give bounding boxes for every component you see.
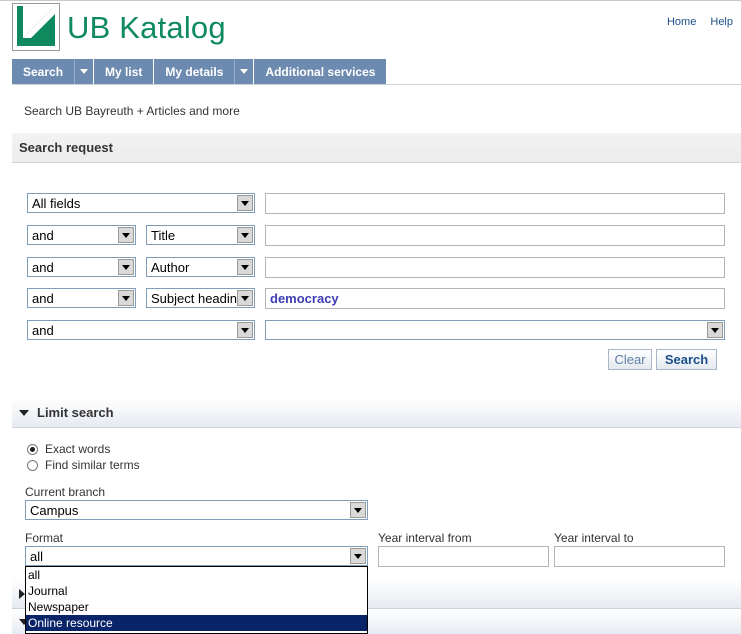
format-option-online-resource[interactable]: Online resource	[26, 615, 367, 631]
year-from-label: Year interval from	[378, 531, 472, 545]
dropdown-arrow-icon[interactable]	[707, 322, 723, 338]
field-select-3-value: Author	[151, 259, 190, 275]
radio-exact-words-label: Exact words	[45, 442, 111, 456]
field-select-2-value: Title	[151, 227, 176, 243]
operator-select-2-value: and	[32, 227, 54, 243]
operator-select-3[interactable]: and	[27, 257, 136, 277]
app-title: UB Katalog	[67, 10, 226, 45]
nav-my-list[interactable]: My list	[94, 59, 155, 84]
year-to-input[interactable]	[554, 546, 725, 567]
radio-similar-terms-label: Find similar terms	[45, 458, 140, 472]
dropdown-arrow-icon[interactable]	[237, 227, 253, 243]
radio-button-checked[interactable]	[27, 443, 38, 455]
nav-my-details-label: My details	[165, 64, 224, 79]
operator-select-3-value: and	[32, 259, 54, 275]
format-select-value: all	[30, 548, 44, 564]
format-option-newspaper[interactable]: Newspaper	[26, 599, 367, 615]
field-select-1[interactable]: All fields	[27, 193, 255, 213]
format-option-all[interactable]: all	[26, 567, 367, 583]
search-term-input-2[interactable]	[265, 225, 725, 246]
format-label: Format	[25, 531, 64, 545]
format-option-journal[interactable]: Journal	[26, 583, 367, 599]
field-select-3[interactable]: Author	[146, 257, 255, 277]
top-links: Home Help	[656, 16, 733, 28]
nav-additional-services-label: Additional services	[265, 64, 376, 79]
search-request-header: Search request	[12, 133, 741, 163]
branch-select-value: Campus	[30, 502, 79, 518]
field-select-2[interactable]: Title	[146, 225, 255, 245]
dropdown-arrow-icon[interactable]	[118, 290, 134, 306]
top-border	[0, 0, 741, 1]
limit-search-header[interactable]: Limit search	[12, 398, 741, 428]
branch-label: Current branch	[25, 485, 106, 499]
dropdown-arrow-icon[interactable]	[350, 502, 366, 518]
main-nav: Search My list My details Additional ser…	[12, 59, 388, 84]
field-select-1-value: All fields	[32, 195, 81, 211]
radio-button-unchecked[interactable]	[27, 459, 38, 471]
nav-my-details[interactable]: My details	[154, 59, 255, 84]
operator-select-4-value: and	[32, 290, 54, 306]
search-button[interactable]: Search	[656, 349, 717, 370]
branch-select[interactable]: Campus	[25, 500, 368, 520]
collapse-triangle-icon	[19, 409, 29, 416]
operator-select-5[interactable]: and	[27, 320, 255, 340]
search-term-input-3[interactable]	[265, 257, 725, 278]
chevron-down-icon[interactable]	[234, 59, 253, 84]
clear-button[interactable]: Clear	[608, 349, 652, 370]
nav-search[interactable]: Search	[12, 59, 95, 84]
operator-select-2[interactable]: and	[27, 225, 136, 245]
dropdown-arrow-icon[interactable]	[118, 259, 134, 275]
year-from-input[interactable]	[378, 546, 549, 567]
nav-search-label: Search	[23, 64, 64, 79]
nav-divider	[12, 84, 741, 85]
ub-logo[interactable]	[12, 3, 60, 51]
dropdown-arrow-icon[interactable]	[118, 227, 134, 243]
field-select-4[interactable]: Subject heading	[146, 288, 255, 308]
search-request-title: Search request	[19, 140, 113, 155]
help-link[interactable]: Help	[710, 16, 733, 28]
dropdown-arrow-icon[interactable]	[350, 548, 366, 564]
search-scope: Search UB Bayreuth + Articles and more	[24, 104, 240, 118]
field-select-5[interactable]	[265, 320, 725, 340]
radio-similar-terms[interactable]: Find similar terms	[27, 458, 140, 472]
chevron-down-icon[interactable]	[74, 59, 93, 84]
search-term-input-1[interactable]	[265, 193, 725, 214]
dropdown-arrow-icon[interactable]	[237, 322, 253, 338]
page: UB Katalog Home Help Search My list My d…	[0, 0, 741, 634]
dropdown-arrow-icon[interactable]	[237, 290, 253, 306]
limit-search-title: Limit search	[37, 405, 114, 420]
nav-additional-services[interactable]: Additional services	[254, 59, 388, 84]
format-dropdown-list: all Journal Newspaper Online resource	[25, 566, 368, 634]
search-term-input-4[interactable]: democracy	[265, 288, 725, 309]
home-link[interactable]: Home	[667, 16, 696, 28]
year-to-label: Year interval to	[554, 531, 634, 545]
format-select[interactable]: all	[25, 546, 368, 566]
nav-my-list-label: My list	[105, 64, 143, 79]
dropdown-arrow-icon[interactable]	[237, 259, 253, 275]
operator-select-5-value: and	[32, 322, 54, 338]
dropdown-arrow-icon[interactable]	[237, 195, 253, 211]
radio-exact-words[interactable]: Exact words	[27, 442, 110, 456]
operator-select-4[interactable]: and	[27, 288, 136, 308]
